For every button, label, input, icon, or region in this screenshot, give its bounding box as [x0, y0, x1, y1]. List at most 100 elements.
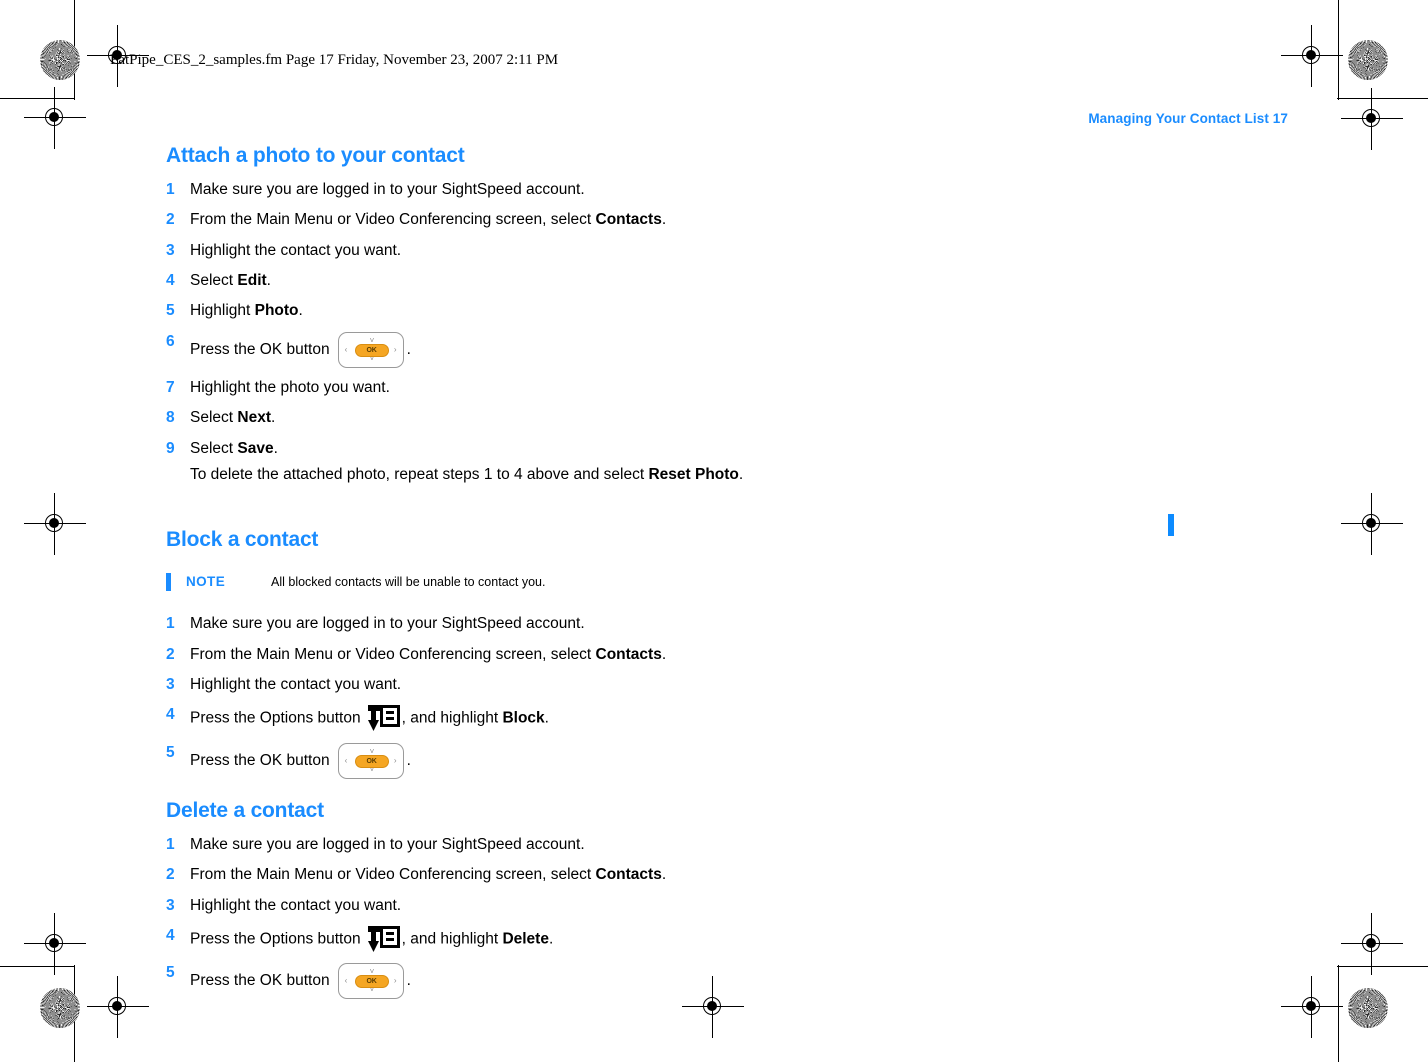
step-number: 1 [166, 615, 175, 633]
ok-nav-button-icon: ˅ ˅ ‹ › OK [337, 742, 404, 779]
step-number: 3 [166, 896, 175, 914]
list-item: 2 From the Main Menu or Video Conferenci… [166, 645, 1176, 665]
page-content: Managing Your Contact List 17 Attach a p… [0, 0, 1428, 1062]
step-emphasis: Contacts [595, 866, 662, 884]
step-sub-line: To delete the attached photo, repeat ste… [190, 465, 1176, 485]
list-item: 1 Make sure you are logged in to your Si… [166, 835, 1176, 855]
arrow-down-icon [367, 929, 379, 952]
step-punct: . [406, 972, 411, 990]
note-text: All blocked contacts will be unable to c… [271, 575, 546, 590]
chevron-left-icon: ‹ [344, 976, 348, 986]
ok-label: OK [366, 978, 377, 986]
step-text: Press the Options button [190, 930, 361, 948]
step-number: 3 [166, 676, 175, 694]
step-number: 2 [166, 866, 175, 884]
step-punct: . [661, 645, 667, 663]
list-item: 3 Highlight the contact you want. [166, 241, 1176, 261]
list-item: 3 Highlight the contact you want. [166, 896, 1176, 916]
step-text: Press the OK button [190, 340, 330, 358]
step-text: Highlight [190, 302, 255, 320]
step-punct: . [266, 271, 271, 289]
chevron-left-icon: ‹ [344, 755, 348, 765]
step-text: From the Main Menu or Video Conferencing… [190, 866, 596, 884]
step-text: From the Main Menu or Video Conferencing… [190, 211, 596, 229]
step-punct: . [661, 866, 667, 884]
step-text: Highlight the contact you want. [190, 241, 402, 259]
step-number: 3 [166, 241, 175, 259]
arrow-down-icon [367, 709, 379, 732]
ok-pill: OK [354, 975, 389, 989]
list-item: 9 Select Save. To delete the attached ph… [166, 439, 1176, 485]
step-punct: , and highlight [401, 710, 503, 728]
step-text: Press the OK button [190, 752, 330, 770]
body-column: Attach a photo to your contact 1 Make su… [166, 144, 1176, 1010]
step-text: Highlight the photo you want. [190, 379, 390, 397]
list-item: 1 Make sure you are logged in to your Si… [166, 614, 1176, 634]
ok-pill: OK [354, 754, 389, 768]
menu-lines-icon [379, 705, 400, 728]
step-text: Select [190, 271, 238, 289]
step-emphasis: Delete [502, 930, 549, 948]
step-number: 1 [166, 181, 175, 198]
ok-nav-button-icon: ˅ ˅ ‹ › OK [337, 331, 404, 368]
step-punct: . [271, 409, 276, 427]
step-punct: . [406, 340, 411, 358]
step-number: 8 [166, 409, 175, 427]
heading-block-contact: Block a contact [166, 528, 319, 552]
step-punct: . [273, 439, 278, 457]
step-number: 6 [166, 332, 175, 350]
step-number: 5 [166, 964, 175, 982]
step-number: 7 [166, 379, 175, 397]
step-punct: , and highlight [401, 930, 503, 948]
chevron-right-icon: › [393, 755, 397, 765]
list-item: 2 From the Main Menu or Video Conferenci… [166, 865, 1176, 885]
chevron-right-icon: › [393, 344, 397, 354]
step-text: Press the OK button [190, 972, 330, 990]
step-number: 5 [166, 743, 175, 761]
list-item: 1 Make sure you are logged in to your Si… [166, 180, 1176, 200]
list-item: 5 Press the OK button ˅ ˅ ‹ › OK. [166, 963, 1176, 1000]
step-number: 4 [166, 271, 175, 289]
step-number: 1 [166, 835, 175, 853]
step-emphasis: Contacts [595, 645, 662, 663]
ok-pill: OK [354, 343, 389, 357]
step-number: 5 [166, 302, 175, 320]
step-emphasis: Edit [237, 271, 267, 289]
list-item: 3 Highlight the contact you want. [166, 675, 1176, 695]
step-number: 2 [166, 645, 175, 663]
step-number: 4 [166, 926, 175, 944]
step-punct-2: . [544, 710, 549, 728]
step-text: Make sure you are logged in to your Sigh… [190, 835, 585, 853]
steps-delete-contact: 1 Make sure you are logged in to your Si… [166, 835, 1176, 1000]
step-emphasis: Block [502, 710, 545, 728]
note-callout: NOTE All blocked contacts will be unable… [166, 572, 1176, 594]
list-item: 4 Press the Options button , and highligh… [166, 705, 1176, 732]
ok-label: OK [366, 346, 377, 354]
steps-attach-photo: 1 Make sure you are logged in to your Si… [166, 180, 1176, 484]
list-item: 6 Press the OK button ˅ ˅ ‹ › OK. [166, 331, 1176, 368]
ok-nav-button-icon: ˅ ˅ ‹ › OK [337, 963, 404, 1000]
steps-block-contact: 1 Make sure you are logged in to your Si… [166, 614, 1176, 779]
step-sub-text: To delete the attached photo, repeat ste… [190, 465, 649, 483]
step-punct: . [661, 211, 667, 229]
step-emphasis: Photo [254, 302, 299, 320]
heading-attach-photo: Attach a photo to your contact [166, 144, 465, 167]
chevron-left-icon: ‹ [344, 344, 348, 354]
step-number: 9 [166, 439, 175, 457]
heading-delete-contact: Delete a contact [166, 798, 324, 822]
running-header: Managing Your Contact List 17 [1088, 111, 1288, 126]
step-text: Press the Options button [190, 710, 361, 728]
list-item: 2 From the Main Menu or Video Conferenci… [166, 210, 1176, 230]
step-number: 4 [166, 706, 175, 724]
chevron-right-icon: › [393, 976, 397, 986]
step-text: Highlight the contact you want. [190, 896, 402, 914]
options-menu-button-icon [367, 925, 400, 953]
list-item: 8 Select Next. [166, 408, 1176, 428]
list-item: 4 Select Edit. [166, 271, 1176, 291]
list-item: 4 Press the Options button , and highligh… [166, 925, 1176, 953]
step-emphasis: Next [237, 409, 271, 427]
step-emphasis: Contacts [595, 211, 662, 229]
step-text: Highlight the contact you want. [190, 676, 402, 694]
note-label: NOTE [186, 574, 226, 590]
step-punct-2: . [548, 930, 554, 948]
